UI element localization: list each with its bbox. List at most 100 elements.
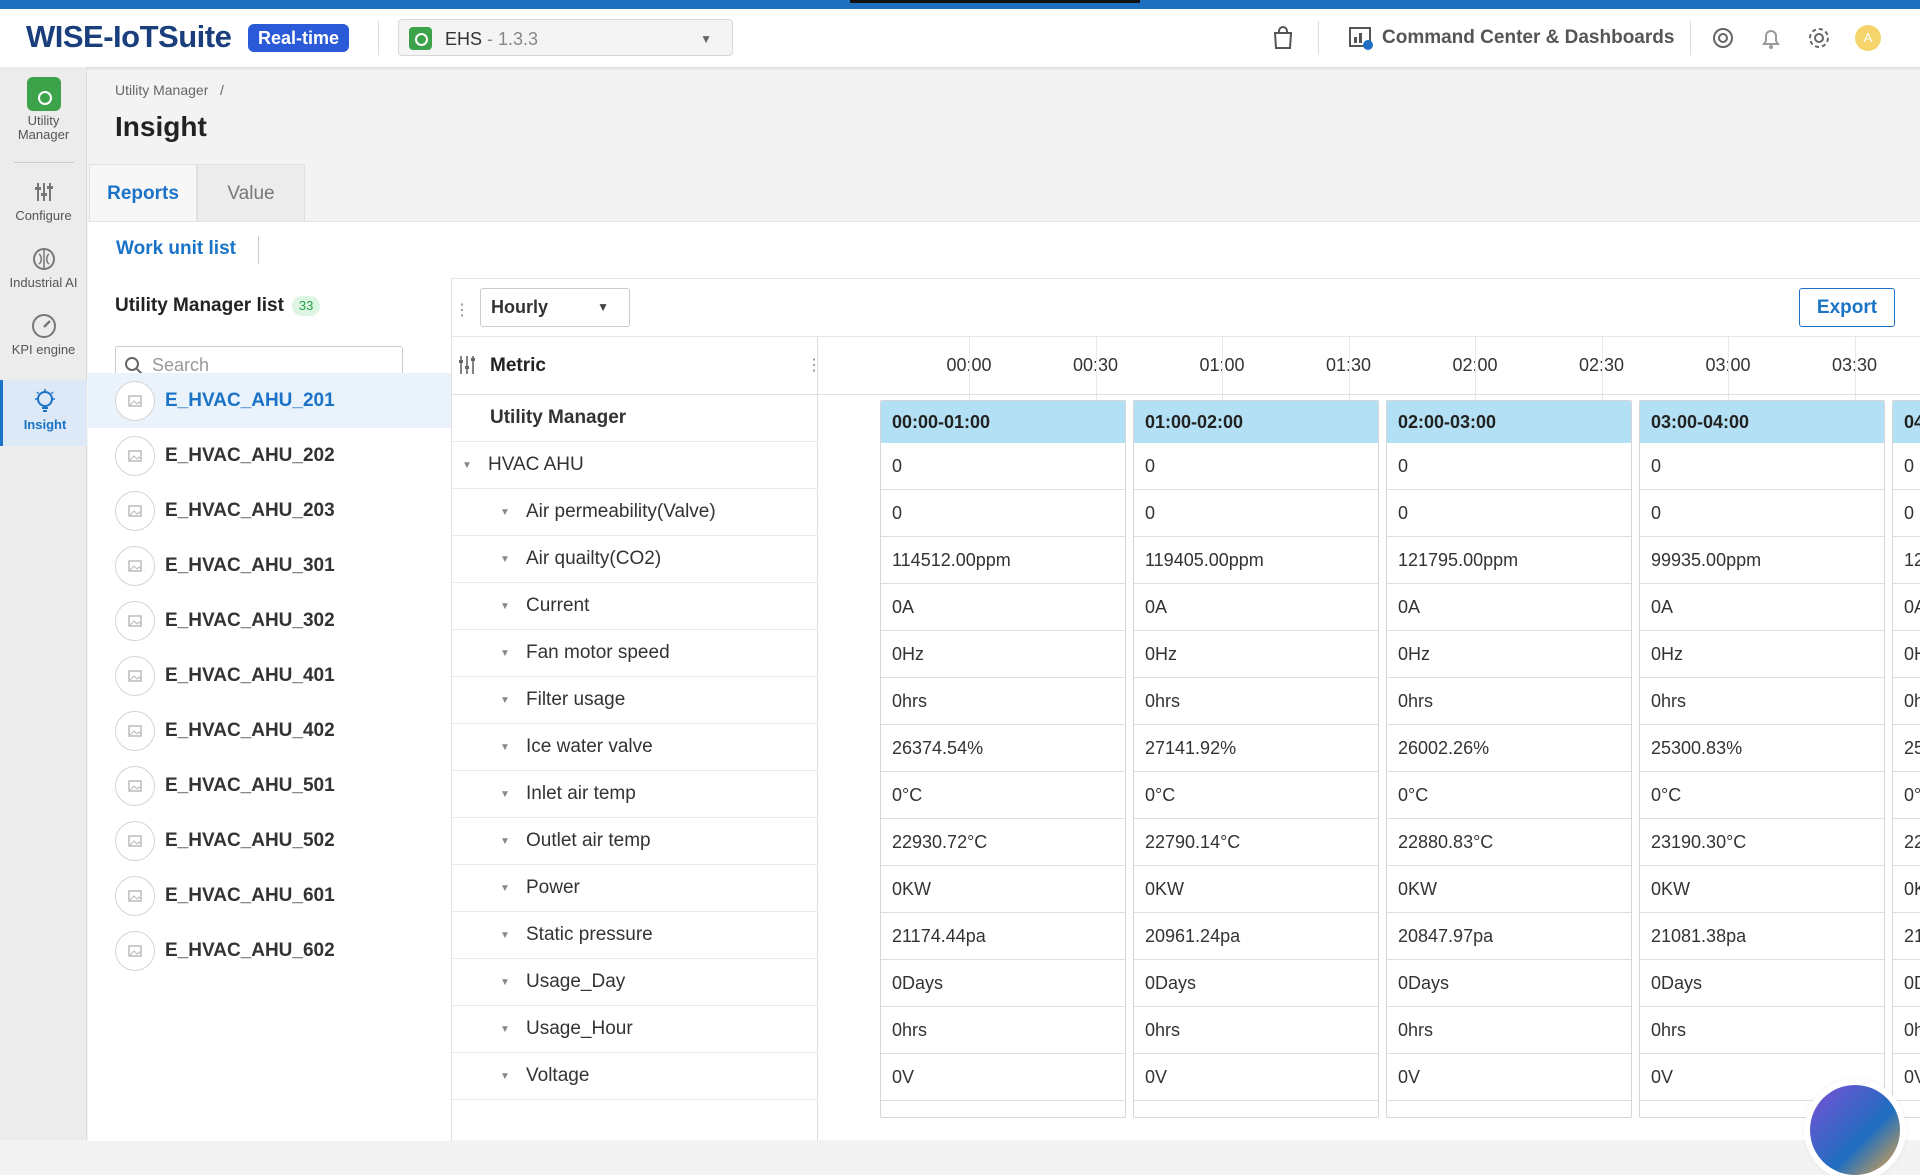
list-item[interactable]: E_HVAC_AHU_301 — [88, 538, 451, 593]
tab-value[interactable]: Value — [197, 164, 305, 222]
data-cell: 0hrs — [1134, 678, 1378, 725]
collapse-icon[interactable]: ▼ — [500, 883, 512, 894]
metric-row[interactable]: ▼ Air permeability(Valve) — [452, 489, 818, 536]
data-cell: 0A — [881, 584, 1125, 631]
ai-assistant-fab[interactable] — [1810, 1085, 1900, 1175]
list-item[interactable]: E_HVAC_AHU_201 — [88, 373, 451, 428]
data-cell: 0 — [881, 490, 1125, 537]
metric-row[interactable]: ▼ Power — [452, 865, 818, 912]
metric-tree: Metric ⋮ Utility Manager ▼ HVAC AHU ▼ Air pe… — [452, 337, 822, 1141]
ai-assistant-icon[interactable] — [1710, 25, 1736, 51]
tab-reports[interactable]: Reports — [89, 164, 197, 222]
collapse-icon[interactable]: ▼ — [500, 930, 512, 941]
list-item[interactable]: E_HVAC_AHU_401 — [88, 648, 451, 703]
collapse-icon[interactable]: ▼ — [500, 648, 512, 659]
work-unit-list-link[interactable]: Work unit list — [116, 238, 236, 260]
bell-icon[interactable] — [1758, 25, 1784, 51]
list-item-label: E_HVAC_AHU_302 — [165, 609, 335, 631]
interval-value: Hourly — [491, 297, 549, 317]
collapse-icon[interactable]: ▼ — [500, 507, 512, 518]
realtime-badge: Real-time — [248, 24, 350, 52]
metric-label: Static pressure — [526, 924, 653, 945]
column-settings-icon[interactable] — [458, 355, 476, 380]
data-cell: 0Days — [1640, 960, 1884, 1007]
collapse-icon[interactable]: ▼ — [500, 695, 512, 706]
collapse-icon[interactable]: ▼ — [500, 554, 512, 565]
collapse-icon[interactable]: ▼ — [500, 836, 512, 847]
gear-icon[interactable] — [1806, 25, 1832, 51]
device-image-icon — [115, 545, 155, 586]
data-cell: 0A — [1640, 584, 1884, 631]
data-cell: 0 — [1387, 490, 1631, 537]
project-name: EHS — [445, 29, 483, 49]
list-item[interactable]: E_HVAC_AHU_601 — [88, 868, 451, 923]
metric-row[interactable]: ▼ Fan motor speed — [452, 630, 818, 677]
column-header: 03:00-04:00 — [1640, 401, 1884, 443]
data-cell: 0V — [881, 1054, 1125, 1101]
nav-industrial-ai[interactable]: Industrial AI — [0, 246, 87, 290]
metric-row[interactable]: ▼ Ice water valve — [452, 724, 818, 771]
data-cell: 20961.24pa — [1134, 913, 1378, 960]
data-cell: 22790.14°C — [1134, 819, 1378, 866]
data-cell: 121795.00ppm — [1387, 537, 1631, 584]
metric-row[interactable]: ▼ Usage_Day — [452, 959, 818, 1006]
metric-row[interactable]: ▼ Air quailty(CO2) — [452, 536, 818, 583]
nav-kpi-engine[interactable]: KPI engine — [0, 313, 87, 357]
metric-row[interactable]: ▼ Inlet air temp — [452, 771, 818, 818]
data-cell: 0Days — [1387, 960, 1631, 1007]
collapse-icon[interactable]: ▼ — [500, 742, 512, 753]
data-cell: 99935.00ppm — [1640, 537, 1884, 584]
nav-insight[interactable]: Insight — [0, 380, 87, 446]
list-item[interactable]: E_HVAC_AHU_501 — [88, 758, 451, 813]
nav-utility-manager[interactable]: Utility Manager — [0, 77, 87, 142]
shopping-bag-icon[interactable] — [1270, 25, 1296, 51]
metric-row[interactable]: ▼ Current — [452, 583, 818, 630]
app-logo[interactable]: WISE-IoTSuite — [26, 19, 232, 55]
breadcrumb: Utility Manager / — [115, 82, 224, 98]
left-nav: Utility Manager Configure Industrial AI … — [0, 67, 87, 1140]
collapse-icon[interactable]: ▼ — [462, 460, 474, 471]
data-cell: 0° — [1893, 772, 1920, 819]
list-item-label: E_HVAC_AHU_502 — [165, 829, 335, 851]
metric-row[interactable]: ▼ Voltage — [452, 1053, 818, 1100]
project-selector[interactable]: EHS - 1.3.3 ▼ — [398, 19, 733, 56]
command-center-link[interactable]: Command Center & Dashboards — [1348, 25, 1674, 51]
collapse-icon[interactable]: ▼ — [500, 977, 512, 988]
data-cell: 0H — [1893, 631, 1920, 678]
data-cell: 0KW — [881, 866, 1125, 913]
device-image-icon — [115, 820, 155, 861]
tab-bar: Reports Value — [89, 164, 305, 222]
collapse-icon[interactable]: ▼ — [500, 1024, 512, 1035]
list-item[interactable]: E_HVAC_AHU_202 — [88, 428, 451, 483]
collapse-icon[interactable]: ▼ — [500, 1071, 512, 1082]
metric-label: HVAC AHU — [488, 454, 584, 475]
metric-label: Usage_Hour — [526, 1018, 633, 1039]
collapse-icon[interactable]: ▼ — [500, 789, 512, 800]
user-avatar[interactable]: A — [1855, 25, 1881, 51]
metric-row[interactable]: ▼ Outlet air temp — [452, 818, 818, 865]
nav-label: KPI engine — [11, 342, 76, 357]
divider — [1318, 21, 1319, 55]
data-cell: 0hrs — [881, 678, 1125, 725]
time-bucket-column: 02:00-03:00 0 0 121795.00ppm 0A 0Hz 0hrs 26002.… — [1386, 400, 1632, 1118]
list-item[interactable]: E_HVAC_AHU_402 — [88, 703, 451, 758]
metric-row[interactable]: ▼ Filter usage — [452, 677, 818, 724]
list-item[interactable]: E_HVAC_AHU_602 — [88, 923, 451, 978]
breadcrumb-root[interactable]: Utility Manager — [115, 82, 208, 98]
metric-group[interactable]: ▼ HVAC AHU — [452, 442, 818, 489]
metric-row[interactable]: ▼ Static pressure — [452, 912, 818, 959]
list-item[interactable]: E_HVAC_AHU_203 — [88, 483, 451, 538]
data-cell: 26002.26% — [1387, 725, 1631, 772]
time-bucket-column: 03:00-04:00 0 0 99935.00ppm 0A 0Hz 0hrs 25300.8… — [1639, 400, 1885, 1118]
metric-group-root[interactable]: Utility Manager — [452, 395, 818, 442]
interval-select[interactable]: Hourly ▼ — [480, 288, 630, 327]
list-item[interactable]: E_HVAC_AHU_502 — [88, 813, 451, 868]
data-cell: 0h — [1893, 678, 1920, 725]
metric-row[interactable]: ▼ Usage_Hour — [452, 1006, 818, 1053]
collapse-icon[interactable]: ▼ — [500, 601, 512, 612]
export-button[interactable]: Export — [1799, 288, 1895, 327]
data-cell: 0Days — [881, 960, 1125, 1007]
nav-configure[interactable]: Configure — [0, 179, 87, 223]
list-item[interactable]: E_HVAC_AHU_302 — [88, 593, 451, 648]
resize-handle[interactable]: ⋮ — [454, 300, 470, 320]
